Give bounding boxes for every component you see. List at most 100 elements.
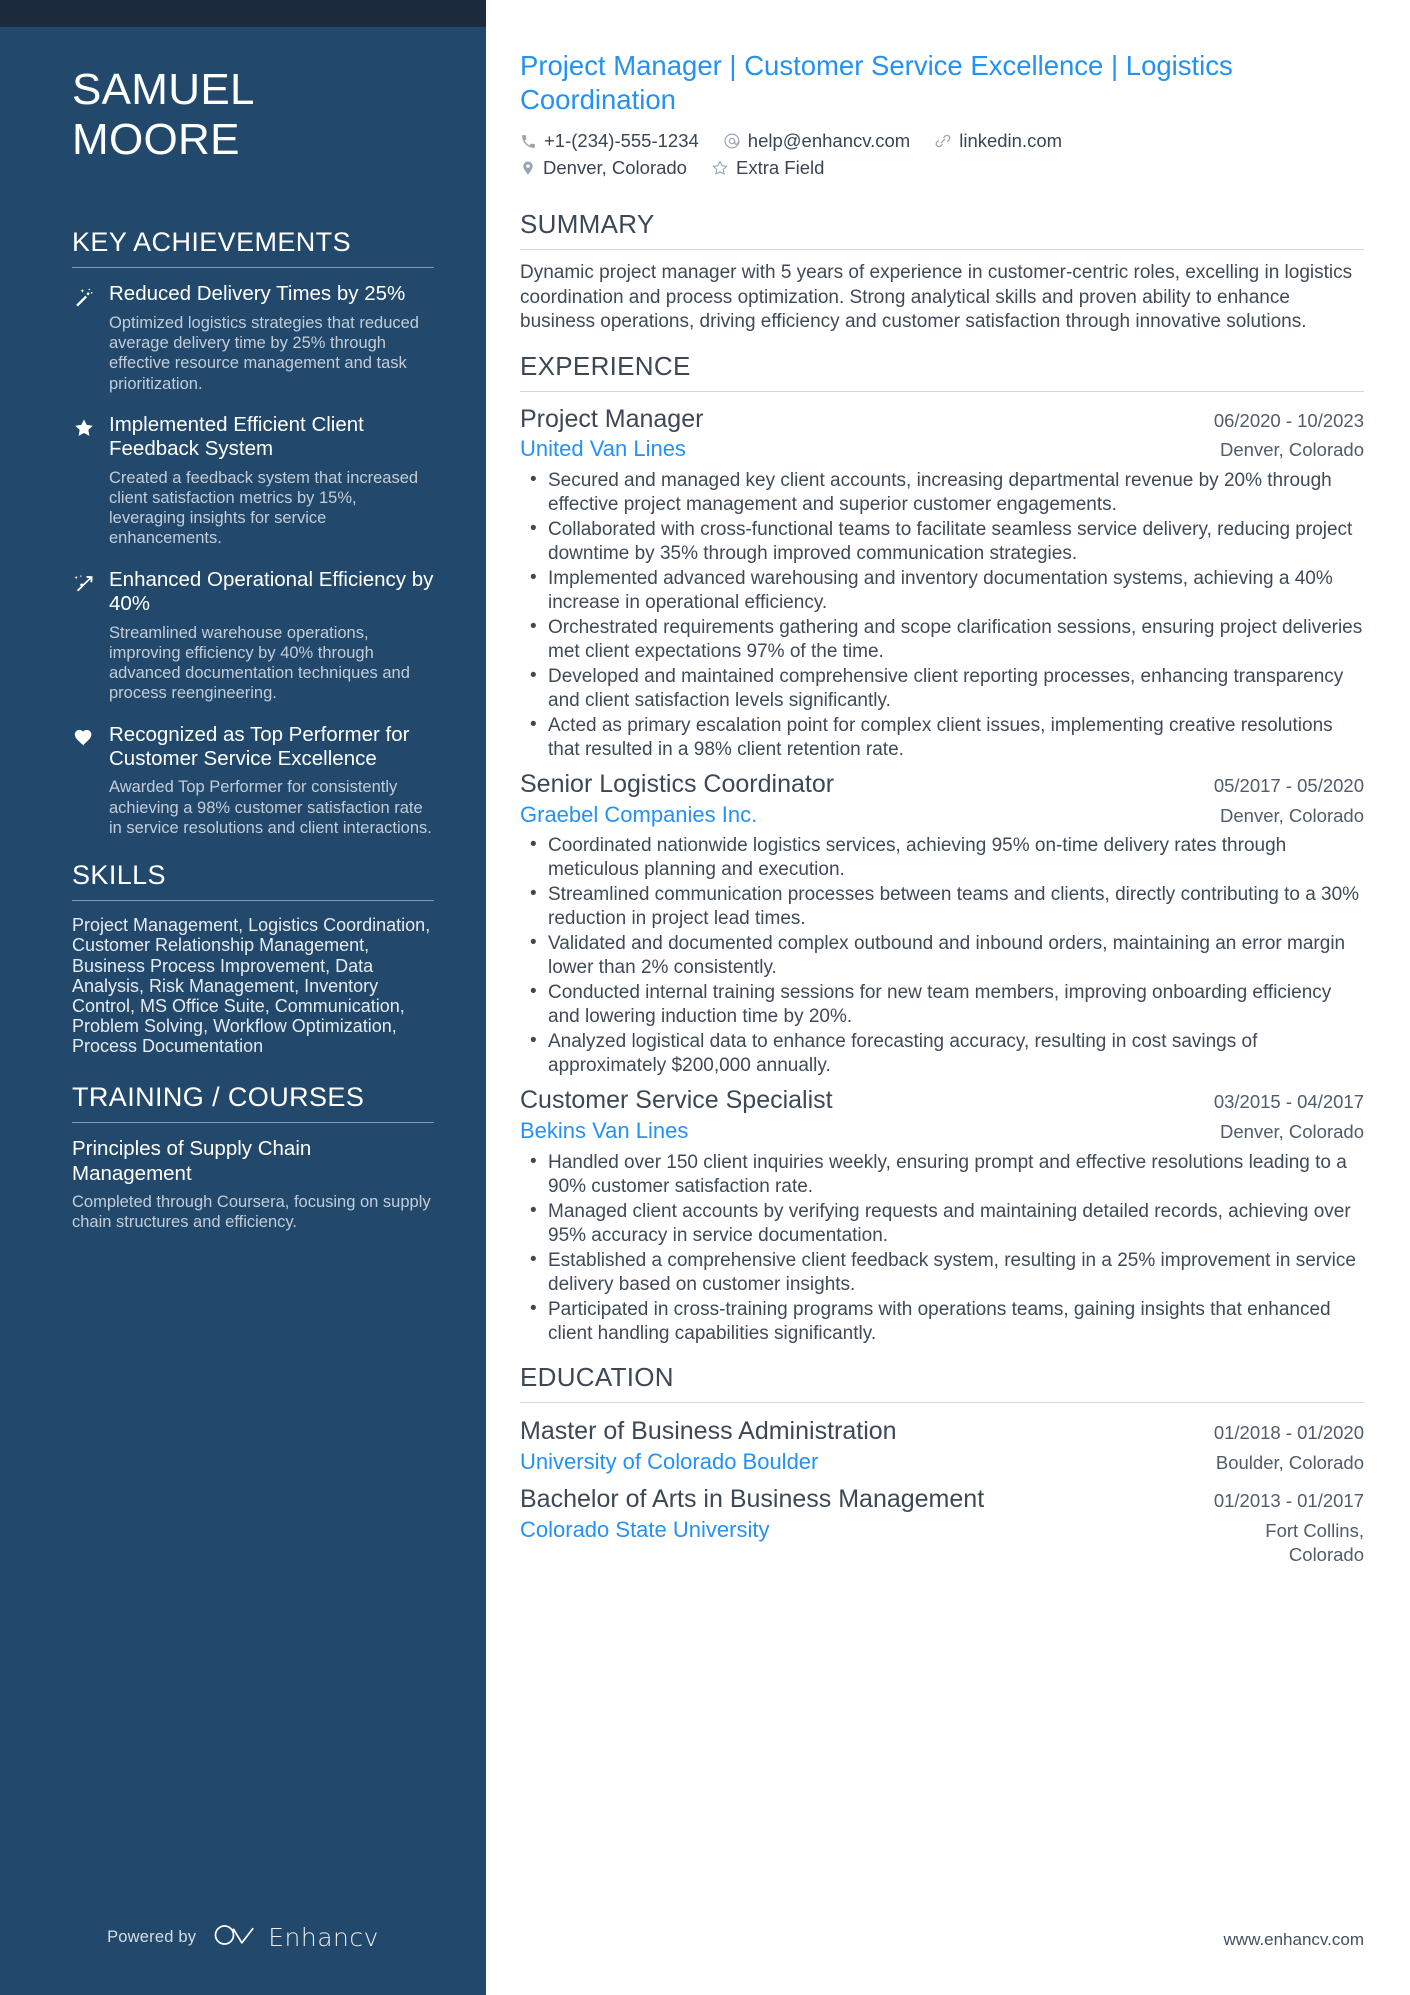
achievement-item: Recognized as Top Performer for Customer… <box>72 723 434 839</box>
job-location: Denver, Colorado <box>1220 804 1364 826</box>
education-date-range: 01/2013 - 01/2017 <box>1213 1490 1364 1512</box>
education-item: Master of Business Administration 01/201… <box>520 1414 1364 1477</box>
education-degree: Bachelor of Arts in Business Management <box>520 1485 985 1514</box>
powered-by-label: Powered by <box>107 1928 197 1946</box>
achievement-title: Implemented Efficient Client Feedback Sy… <box>109 412 364 461</box>
job-bullet: Orchestrated requirements gathering and … <box>520 615 1364 664</box>
job-bullet: Managed client accounts by verifying req… <box>520 1199 1364 1248</box>
contact-email-value: help@enhancv.com <box>747 130 911 152</box>
job-date-range: 06/2020 - 10/2023 <box>1213 409 1364 431</box>
job-company[interactable]: Bekins Van Lines <box>520 1117 688 1146</box>
job-bullet: Secured and managed key client accounts,… <box>520 468 1364 517</box>
experience-section: EXPERIENCE Project Manager 06/2020 - 10/… <box>520 351 1364 1346</box>
job-bullet: Handled over 150 client inquiries weekly… <box>520 1150 1364 1199</box>
education-school[interactable]: University of Colorado Boulder <box>520 1448 818 1477</box>
skills-list: Project Management, Logistics Coordinati… <box>72 915 431 1057</box>
experience-heading: EXPERIENCE <box>520 350 691 381</box>
education-date-range: 01/2018 - 01/2020 <box>1213 1421 1364 1443</box>
course-item: Principles of Supply Chain Management Co… <box>72 1137 434 1232</box>
job-location: Denver, Colorado <box>1220 439 1364 461</box>
job-location: Denver, Colorado <box>1220 1120 1364 1142</box>
training-courses-heading: TRAINING / COURSES <box>72 1082 365 1113</box>
job-bullet: Conducted internal training sessions for… <box>520 980 1364 1029</box>
professional-headline: Project Manager | Customer Service Excel… <box>520 50 1233 115</box>
last-name: MOORE <box>72 115 240 165</box>
contact-phone[interactable]: +1-(234)-555-1234 <box>520 130 699 152</box>
skills-heading: SKILLS <box>72 860 166 891</box>
education-location: Boulder, Colorado <box>1215 1451 1364 1473</box>
divider <box>72 267 434 269</box>
job-company[interactable]: United Van Lines <box>520 435 686 464</box>
experience-item: Project Manager 06/2020 - 10/2023 United… <box>520 403 1364 762</box>
enhancv-logo-icon <box>213 1922 259 1953</box>
job-bullet: Streamlined communication processes betw… <box>520 882 1364 931</box>
training-courses-section: TRAINING / COURSES Principles of Supply … <box>72 1082 434 1232</box>
job-date-range: 05/2017 - 05/2020 <box>1213 775 1364 797</box>
job-bullet: Developed and maintained comprehensive c… <box>520 664 1364 713</box>
education-heading: EDUCATION <box>520 1361 674 1392</box>
link-icon <box>934 132 952 150</box>
contact-location-value: Denver, Colorado <box>543 157 687 179</box>
experience-item: Senior Logistics Coordinator 05/2017 - 0… <box>520 768 1364 1078</box>
trending-arrow-icon <box>72 568 96 594</box>
achievement-description: Streamlined warehouse operations, improv… <box>109 623 410 703</box>
job-bullet: Validated and documented complex outboun… <box>520 931 1364 980</box>
job-title: Senior Logistics Coordinator <box>520 770 835 799</box>
achievement-description: Awarded Top Performer for consistently a… <box>109 778 432 837</box>
enhancv-brand: Enhancv <box>213 1922 379 1953</box>
phone-icon <box>520 133 537 150</box>
site-url[interactable]: www.enhancv.com <box>1224 1930 1364 1950</box>
education-location: Fort Collins, Colorado <box>1265 1520 1364 1566</box>
job-bullet: Coordinated nationwide logistics service… <box>520 833 1364 882</box>
contact-info: +1-(234)-555-1234 help@enhancv.com linke… <box>520 130 1364 179</box>
job-bullet-list: Coordinated nationwide logistics service… <box>520 833 1364 1078</box>
divider <box>72 1122 434 1124</box>
powered-by-footer: Powered by Enhancv <box>0 1922 486 1953</box>
sidebar-top-bar <box>0 0 486 27</box>
education-school[interactable]: Colorado State University <box>520 1516 769 1545</box>
magic-wand-icon <box>72 282 96 308</box>
contact-row-primary: +1-(234)-555-1234 help@enhancv.com linke… <box>520 130 1364 152</box>
job-bullet: Established a comprehensive client feedb… <box>520 1248 1364 1297</box>
location-pin-icon <box>520 159 536 177</box>
contact-link-value: linkedin.com <box>959 130 1063 152</box>
achievement-description: Created a feedback system that increased… <box>109 468 419 548</box>
job-bullet-list: Handled over 150 client inquiries weekly… <box>520 1150 1364 1346</box>
main-content: Project Manager | Customer Service Excel… <box>486 0 1410 1995</box>
achievement-item: Enhanced Operational Efficiency by 40% S… <box>72 568 434 704</box>
resume-page: SAMUEL MOORE KEY ACHIEVEMENTS Reduced De… <box>0 0 1410 1995</box>
contact-extra-field[interactable]: Extra Field <box>711 157 824 179</box>
contact-phone-value: +1-(234)-555-1234 <box>544 130 699 152</box>
achievement-title: Enhanced Operational Efficiency by 40% <box>109 567 434 616</box>
star-icon <box>72 413 96 439</box>
achievement-title: Reduced Delivery Times by 25% <box>109 282 406 306</box>
job-company[interactable]: Graebel Companies Inc. <box>520 801 757 830</box>
job-title: Customer Service Specialist <box>520 1086 833 1115</box>
contact-extra-field-value: Extra Field <box>735 157 825 179</box>
education-item: Bachelor of Arts in Business Management … <box>520 1482 1364 1566</box>
contact-location[interactable]: Denver, Colorado <box>520 157 687 179</box>
first-name: SAMUEL <box>72 65 255 114</box>
course-description: Completed through Coursera, focusing on … <box>72 1193 431 1232</box>
skills-section: SKILLS Project Management, Logistics Coo… <box>72 860 434 1056</box>
divider <box>520 249 1364 251</box>
experience-item: Customer Service Specialist 03/2015 - 04… <box>520 1084 1364 1345</box>
enhancv-wordmark: Enhancv <box>268 1923 379 1952</box>
heart-icon <box>72 723 96 749</box>
education-section: EDUCATION Master of Business Administrat… <box>520 1362 1364 1567</box>
achievement-item: Reduced Delivery Times by 25% Optimized … <box>72 282 434 394</box>
job-bullet-list: Secured and managed key client accounts,… <box>520 468 1364 762</box>
achievement-description: Optimized logistics strategies that redu… <box>109 313 419 393</box>
sidebar: SAMUEL MOORE KEY ACHIEVEMENTS Reduced De… <box>0 0 486 1995</box>
education-degree: Master of Business Administration <box>520 1416 897 1445</box>
contact-email[interactable]: help@enhancv.com <box>723 130 910 152</box>
key-achievements-section: KEY ACHIEVEMENTS Reduced Delivery Times … <box>72 227 434 838</box>
contact-link[interactable]: linkedin.com <box>934 130 1062 152</box>
course-title: Principles of Supply Chain Management <box>72 1137 312 1185</box>
key-achievements-heading: KEY ACHIEVEMENTS <box>72 227 351 258</box>
achievement-title: Recognized as Top Performer for Customer… <box>109 722 410 771</box>
star-outline-icon <box>711 159 729 177</box>
divider <box>520 1401 1364 1403</box>
job-bullet: Participated in cross-training programs … <box>520 1297 1364 1346</box>
candidate-name: SAMUEL MOORE <box>72 65 434 165</box>
